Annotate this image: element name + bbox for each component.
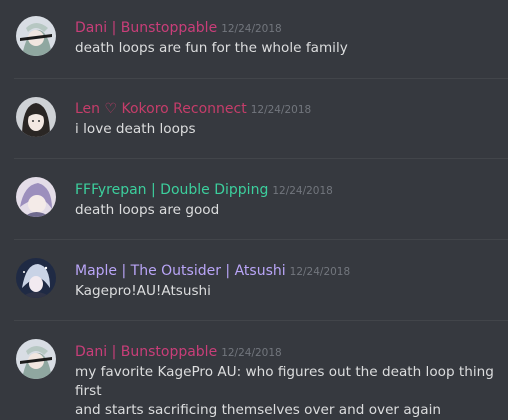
message-content: death loops are good — [75, 201, 495, 220]
message-line: death loops are fun for the whole family — [75, 40, 348, 56]
divider — [14, 78, 508, 79]
timestamp: 12/24/2018 — [221, 23, 282, 35]
avatar[interactable] — [16, 177, 56, 217]
message-content: i love death loops — [75, 120, 495, 139]
timestamp: 12/24/2018 — [221, 347, 282, 359]
username[interactable]: Dani | Bunstoppable — [75, 344, 217, 360]
message-line: i love death loops — [75, 121, 196, 137]
anime-character-avatar-icon — [16, 177, 56, 217]
divider — [14, 239, 508, 240]
message-line: Kagepro!AU!Atsushi — [75, 283, 211, 299]
message-line: my favorite KagePro AU: who figures out … — [75, 364, 494, 399]
message-content: Kagepro!AU!Atsushi — [75, 282, 495, 301]
avatar[interactable] — [16, 339, 56, 379]
username[interactable]: Dani | Bunstoppable — [75, 20, 217, 36]
timestamp: 12/24/2018 — [250, 104, 312, 116]
timestamp: 12/24/2018 — [272, 185, 333, 197]
avatar[interactable] — [16, 16, 56, 56]
username[interactable]: FFFyrepan | Double Dipping — [75, 182, 268, 198]
username[interactable]: Len ♡ Kokoro Reconnect — [75, 101, 247, 117]
avatar[interactable] — [16, 258, 56, 298]
message-line: death loops are good — [75, 202, 220, 218]
timestamp: 12/24/2018 — [289, 266, 351, 278]
divider — [14, 158, 508, 159]
message-content: death loops are fun for the whole family — [75, 39, 495, 58]
divider — [14, 320, 508, 321]
anime-character-avatar-icon — [16, 97, 56, 137]
anime-character-avatar-icon — [16, 339, 56, 379]
anime-character-avatar-icon — [16, 16, 56, 56]
username[interactable]: Maple | The Outsider | Atsushi — [75, 263, 286, 279]
message-content: my favorite KagePro AU: who figures out … — [75, 363, 495, 420]
anime-character-avatar-icon — [16, 258, 56, 298]
avatar[interactable] — [16, 97, 56, 137]
